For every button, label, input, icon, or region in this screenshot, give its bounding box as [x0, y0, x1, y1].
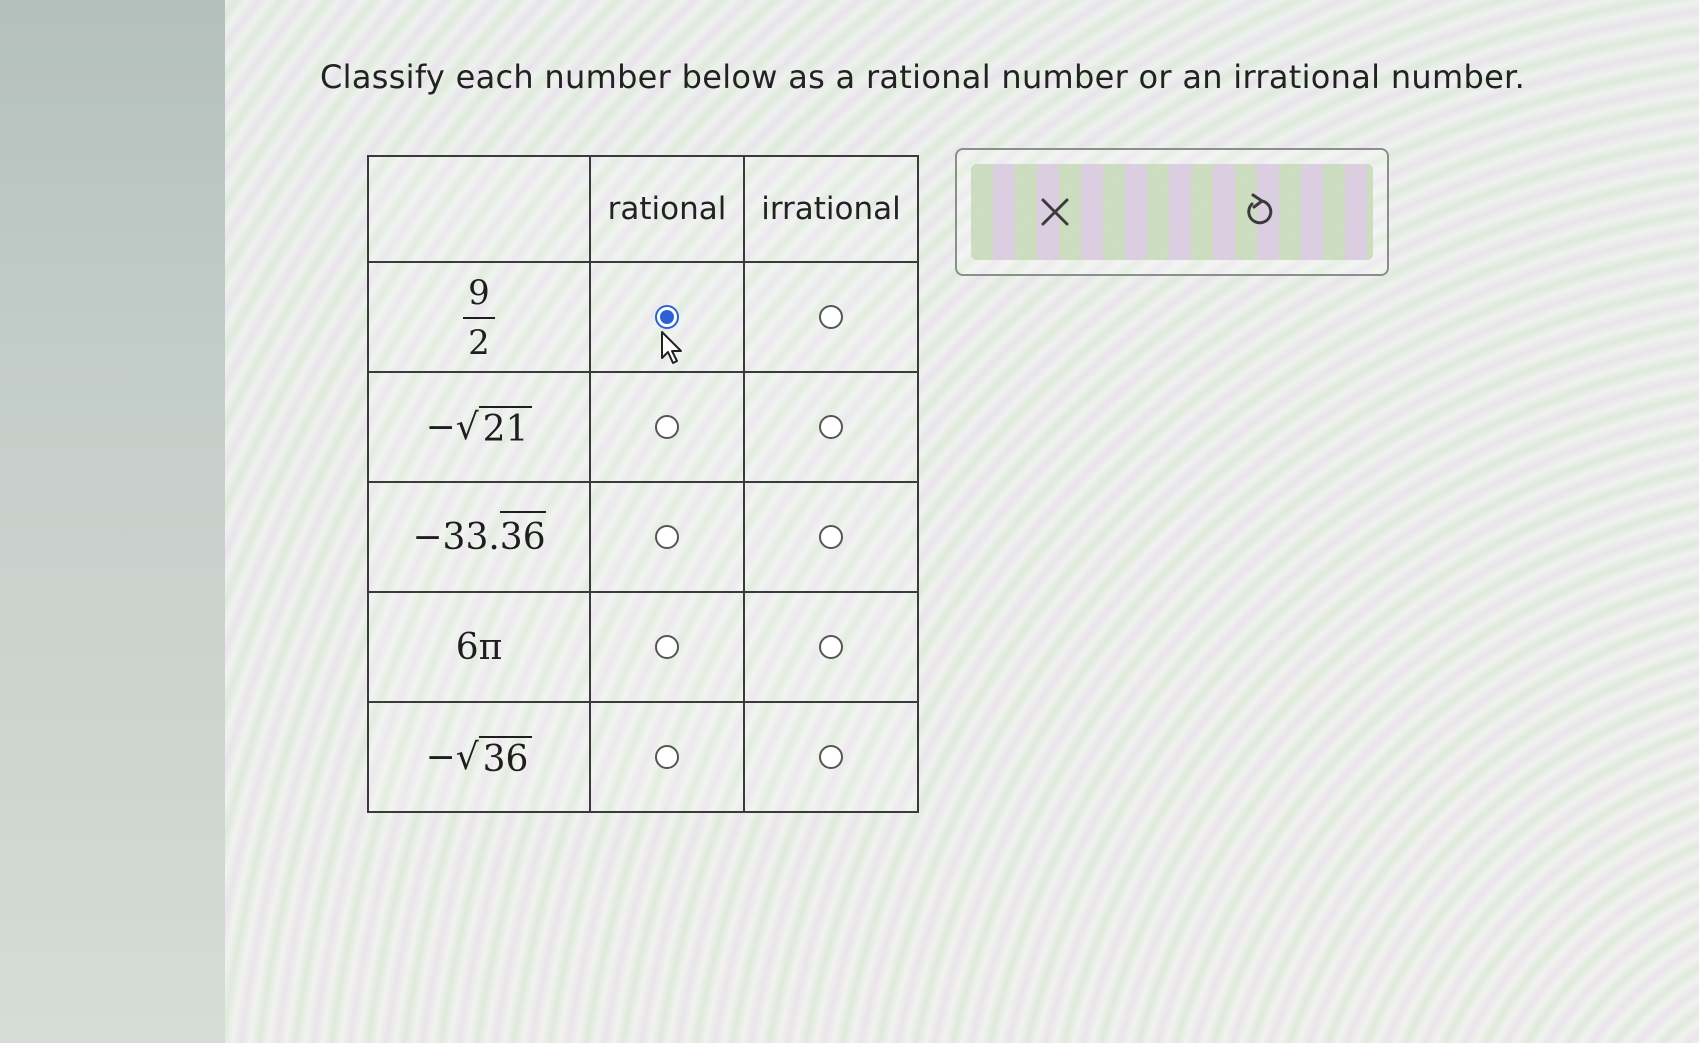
rational-cell: [589, 481, 745, 593]
irrational-cell: [743, 261, 919, 373]
radio-irrational[interactable]: [819, 415, 843, 439]
table-row: − √ 36: [367, 701, 919, 813]
left-bezel: [0, 0, 225, 1043]
header-irrational: irrational: [743, 155, 919, 263]
header-rational: rational: [589, 155, 745, 263]
table-row: 9 2: [367, 261, 919, 373]
fraction-denominator: 2: [468, 323, 490, 363]
sign: −: [425, 737, 456, 778]
irrational-cell: [743, 591, 919, 703]
radio-irrational[interactable]: [819, 305, 843, 329]
x-icon: [1041, 198, 1069, 226]
radio-rational[interactable]: [655, 415, 679, 439]
radio-rational[interactable]: [655, 525, 679, 549]
rational-cell: [589, 371, 745, 483]
table-row: − √ 21: [367, 371, 919, 483]
radicand: 36: [478, 736, 533, 778]
number-cell: − √ 36: [367, 701, 591, 813]
sqrt-expression: − √ 36: [426, 736, 533, 778]
repeating-prefix: −33.: [412, 516, 500, 558]
header-row: rational irrational: [367, 155, 919, 263]
radical-sign: √: [455, 407, 479, 448]
undo-icon: [1247, 193, 1273, 225]
number-cell: −33.36: [367, 481, 591, 593]
rational-cell: [589, 701, 745, 813]
irrational-cell: [743, 481, 919, 593]
number-cell: 6π: [367, 591, 591, 703]
question-text: Classify each number below as a rational…: [320, 58, 1526, 96]
rational-cell: [589, 591, 745, 703]
fraction: 9 2: [462, 274, 496, 362]
radio-irrational[interactable]: [819, 745, 843, 769]
table-row: 6π: [367, 591, 919, 703]
radio-rational[interactable]: [655, 305, 679, 329]
radical-sign: √: [455, 737, 479, 778]
classification-table: rational irrational 9 2 − √ 21 −33.36 6π…: [367, 155, 919, 813]
radio-irrational[interactable]: [819, 635, 843, 659]
header-blank: [367, 155, 591, 263]
number-text: 6π: [455, 626, 503, 668]
sqrt-expression: − √ 21: [426, 406, 533, 448]
undo-button[interactable]: [1219, 170, 1299, 254]
radio-rational[interactable]: [655, 745, 679, 769]
radicand: 21: [478, 406, 533, 448]
table-row: −33.36: [367, 481, 919, 593]
clear-button[interactable]: [1015, 170, 1095, 254]
number-cell: − √ 21: [367, 371, 591, 483]
mouse-pointer-icon: [661, 331, 682, 364]
radio-rational[interactable]: [655, 635, 679, 659]
fraction-numerator: 9: [468, 273, 490, 313]
irrational-cell: [743, 701, 919, 813]
fraction-bar: [462, 317, 495, 319]
action-panel: [955, 148, 1389, 276]
radio-irrational[interactable]: [819, 525, 843, 549]
repeating-digits: 36: [499, 510, 546, 558]
number-cell: 9 2: [367, 261, 591, 373]
irrational-cell: [743, 371, 919, 483]
sign: −: [425, 407, 456, 448]
